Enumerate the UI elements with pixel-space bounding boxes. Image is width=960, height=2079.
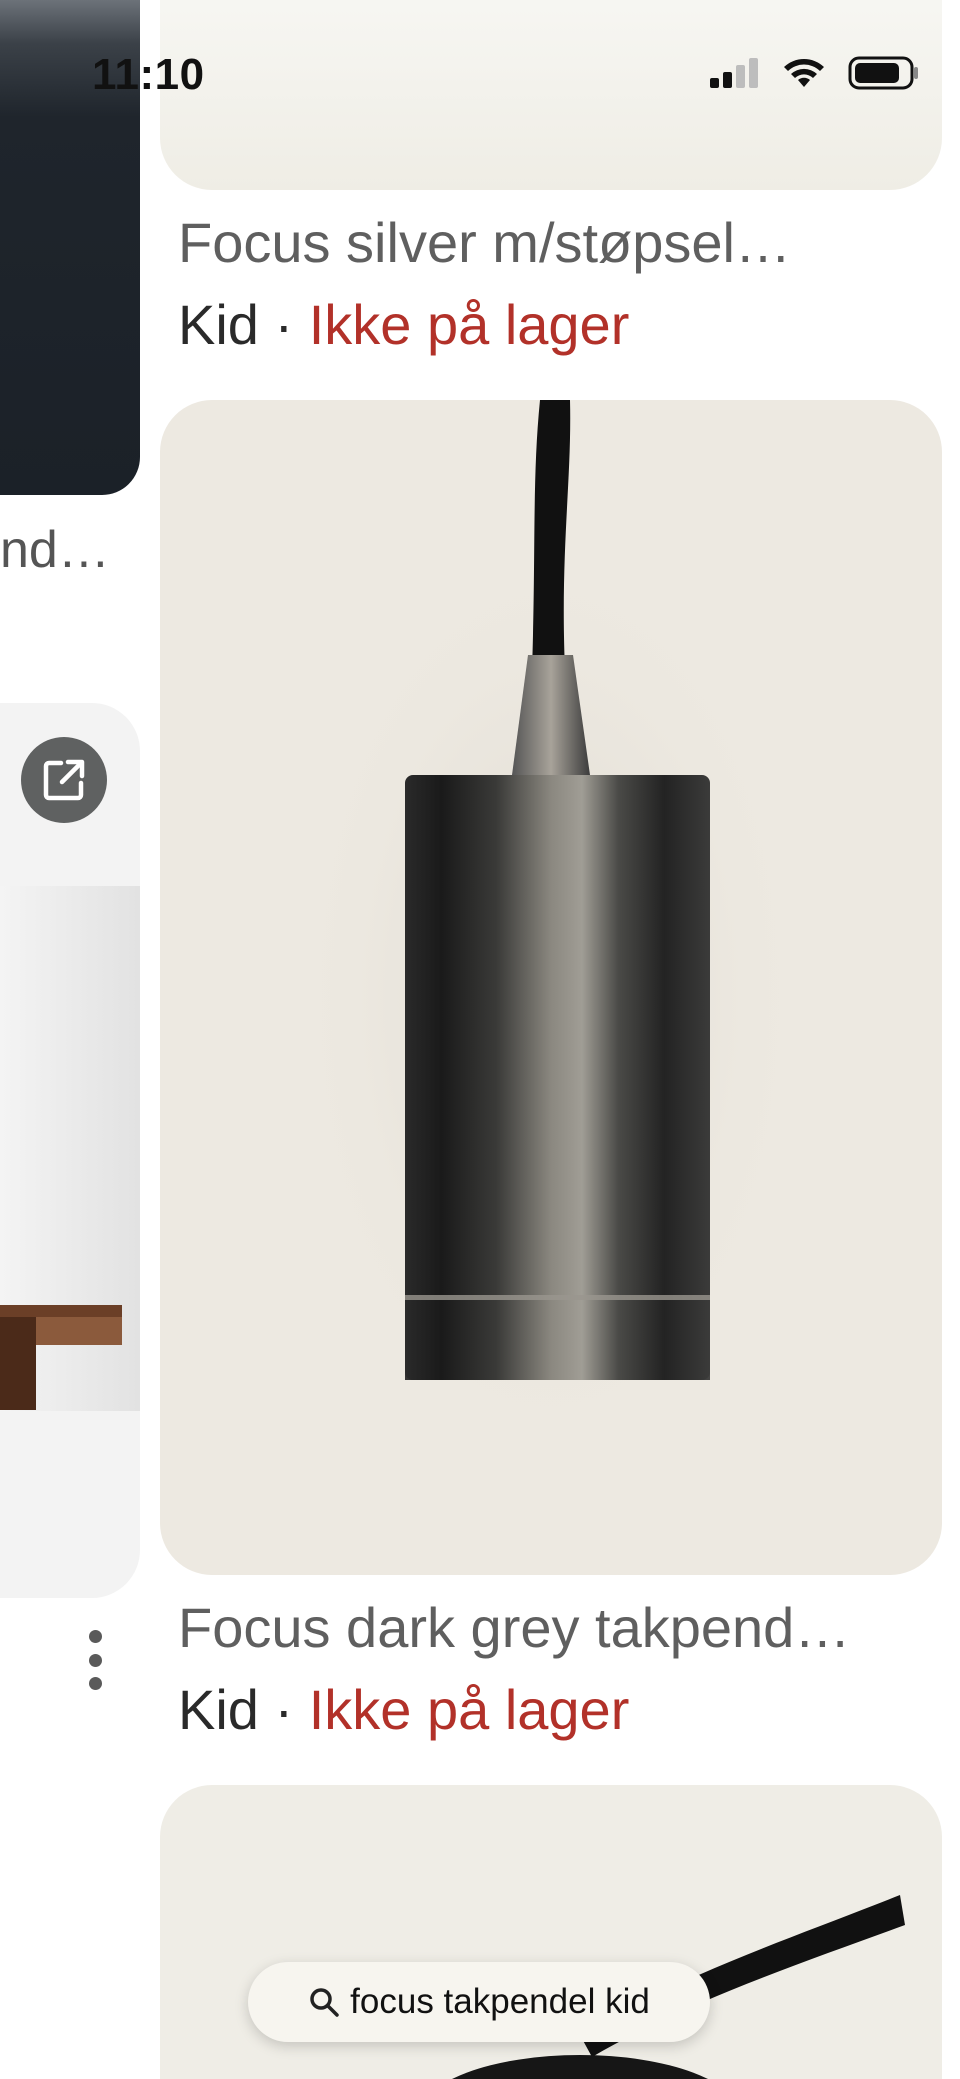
result-card-2-separator: ·: [274, 1678, 294, 1741]
pendant-lamp-image: [290, 400, 810, 1460]
result-card-1-store: Kid: [178, 293, 259, 356]
open-external-icon: [43, 759, 85, 801]
result-card-1-meta: Kid · Ikke på lager: [178, 292, 629, 357]
more-dot-icon: [88, 1677, 102, 1690]
open-external-button[interactable]: [21, 737, 107, 823]
result-card-1-image[interactable]: [160, 0, 942, 190]
result-card-2-meta: Kid · Ikke på lager: [178, 1677, 629, 1742]
more-dot-icon: [88, 1630, 102, 1643]
search-query-pill[interactable]: focus takpendel kid: [248, 1962, 710, 2042]
more-dot-icon: [88, 1653, 102, 1667]
search-query-text: focus takpendel kid: [350, 1982, 650, 2021]
result-card-1-title[interactable]: Focus silver m/støpsel…: [178, 210, 791, 275]
result-card-1-separator: ·: [274, 293, 294, 356]
table-top-shape: [0, 1305, 122, 1317]
result-card-2-title[interactable]: Focus dark grey takpend…: [178, 1595, 850, 1660]
result-card-2-stock: Ikke på lager: [308, 1678, 630, 1741]
table-edge-shape: [36, 1317, 122, 1345]
table-leg-shape: [0, 1315, 36, 1410]
left-result-title[interactable]: nd…: [0, 520, 110, 580]
search-icon: [310, 1988, 339, 2017]
left-result-image[interactable]: [0, 0, 140, 495]
result-card-1-stock: Ikke på lager: [308, 293, 630, 356]
page: 11:10 nd… Focus silver m/støpsel… Kid · …: [0, 0, 960, 2079]
result-card-2-image[interactable]: [160, 400, 942, 1575]
result-card-2-store: Kid: [178, 1678, 259, 1741]
more-options-button[interactable]: [80, 1630, 110, 1690]
